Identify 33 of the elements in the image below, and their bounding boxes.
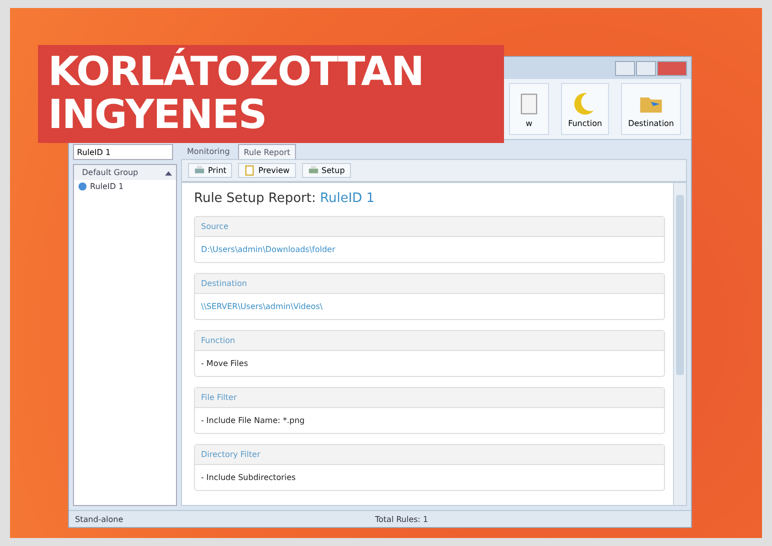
- status-text: Stand-alone: [75, 514, 124, 524]
- printer-icon: [308, 165, 319, 176]
- section-heading: Source: [195, 217, 664, 237]
- status-text: Total Rules: 1: [375, 514, 428, 524]
- section-value: D:\Users\admin\Downloads\folder: [200, 244, 336, 256]
- scrollbar[interactable]: [673, 183, 686, 505]
- list-item[interactable]: RuleID 1: [74, 180, 176, 193]
- search-field[interactable]: RuleID 1: [73, 144, 173, 160]
- toolbar-button[interactable]: Setup: [302, 163, 351, 178]
- toolbar-button[interactable]: Print: [188, 163, 232, 178]
- section-value: \\SERVER\Users\admin\Videos\: [200, 301, 324, 313]
- section-heading: File Filter: [195, 388, 664, 408]
- tab[interactable]: Rule Report: [238, 144, 296, 159]
- caret-icon: [165, 170, 172, 176]
- group-header[interactable]: Default Group: [74, 165, 176, 180]
- section-heading: Directory Filter: [195, 445, 664, 465]
- section-value: - Include Subdirectories: [200, 472, 297, 484]
- report-title: Rule Setup Report: RuleID 1: [194, 191, 376, 206]
- section-value: - Include File Name: *.png: [200, 415, 306, 427]
- toolbar-button[interactable]: Function: [561, 83, 610, 135]
- section-heading: Function: [195, 331, 664, 351]
- section-heading: Destination: [195, 274, 664, 294]
- section-value: - Move Files: [200, 358, 249, 370]
- tab[interactable]: Monitoring: [181, 144, 236, 159]
- toolbar-button[interactable]: w: [509, 83, 550, 135]
- toolbar-button[interactable]: Preview: [238, 163, 296, 178]
- close-button[interactable]: [657, 60, 687, 76]
- maximize-button[interactable]: [636, 60, 656, 76]
- page-icon: [244, 165, 256, 176]
- banner: KORLÁTOZOTTAN INGYENES: [38, 45, 504, 143]
- toolbar-button[interactable]: Destination: [621, 83, 681, 135]
- printer-icon: [194, 165, 205, 176]
- minimize-button[interactable]: [615, 60, 635, 76]
